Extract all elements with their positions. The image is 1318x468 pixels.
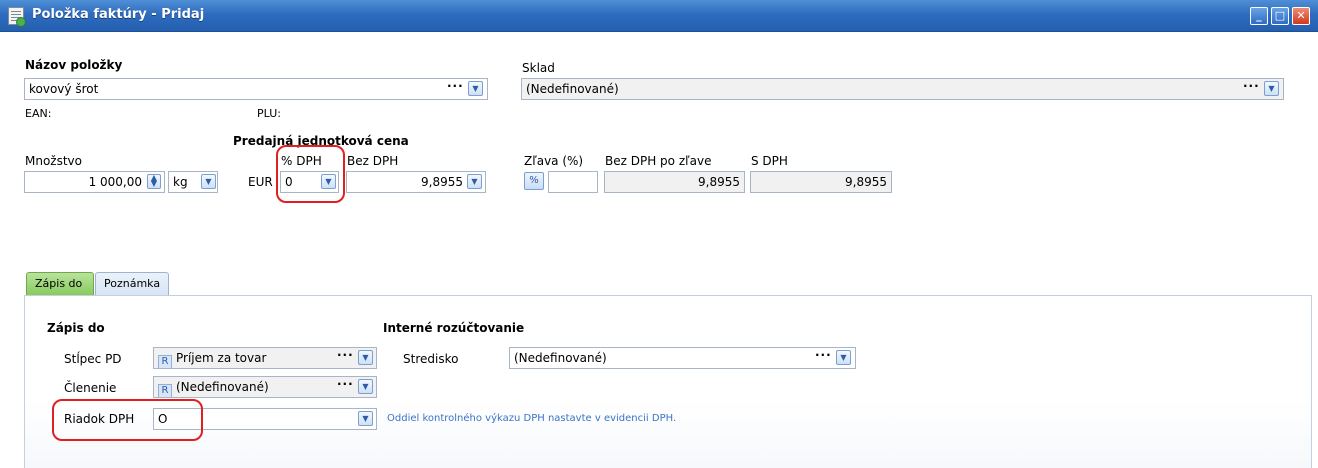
- quantity-input[interactable]: 1 000,00: [24, 171, 165, 193]
- division-value: (Nedefinované): [176, 380, 269, 394]
- warehouse-select[interactable]: (Nedefinované): [521, 78, 1284, 100]
- net-price-label: Bez DPH: [347, 154, 399, 168]
- unit-chevron-down-icon[interactable]: ▼: [201, 174, 216, 189]
- item-name-input[interactable]: kovový šrot: [24, 78, 488, 100]
- warehouse-label: Sklad: [522, 61, 555, 75]
- warehouse-chevron-down-icon[interactable]: ▼: [1264, 81, 1279, 96]
- center-value: (Nedefinované): [514, 351, 607, 365]
- internal-heading: Interné rozúčtovanie: [383, 321, 525, 335]
- division-lookup-icon[interactable]: ···: [337, 377, 354, 391]
- discount-percent-button[interactable]: %: [524, 172, 544, 190]
- warehouse-lookup-icon[interactable]: ···: [1243, 79, 1260, 93]
- entry-heading: Zápis do: [47, 321, 105, 335]
- maximize-button[interactable]: □: [1271, 7, 1289, 25]
- item-name-chevron-down-icon[interactable]: ▼: [468, 81, 483, 96]
- vat-row-highlight: [52, 399, 203, 441]
- minimize-button[interactable]: _: [1250, 7, 1268, 25]
- net-price-chevron-down-icon[interactable]: ▼: [467, 174, 482, 189]
- gross-price-label: S DPH: [751, 154, 788, 168]
- tab-poznamka-label: Poznámka: [104, 277, 161, 290]
- division-label: Členenie: [64, 381, 117, 395]
- document-icon: [8, 7, 26, 27]
- title-bar[interactable]: Položka faktúry - Pridaj _ □ ✕: [0, 0, 1318, 32]
- column-label: Stĺpec PD: [64, 352, 122, 366]
- currency-label: EUR: [248, 175, 273, 189]
- center-chevron-down-icon[interactable]: ▼: [836, 350, 851, 365]
- after-discount-value: 9,8955: [698, 175, 740, 189]
- vat-percent-highlight: [276, 145, 345, 203]
- net-price-input[interactable]: 9,8955: [346, 171, 486, 193]
- item-name-value: kovový šrot: [29, 82, 99, 96]
- center-label: Stredisko: [403, 352, 459, 366]
- tab-poznamka[interactable]: Poznámka: [95, 272, 169, 296]
- column-chevron-down-icon[interactable]: ▼: [358, 350, 373, 365]
- close-button[interactable]: ✕: [1292, 7, 1310, 25]
- invoice-item-window: Položka faktúry - Pridaj _ □ ✕ Názov pol…: [0, 0, 1318, 468]
- vat-row-hint: Oddiel kontrolného výkazu DPH nastavte v…: [387, 413, 677, 424]
- window-title: Položka faktúry - Pridaj: [32, 7, 205, 22]
- after-discount-label: Bez DPH po zľave: [605, 154, 712, 168]
- vat-row-chevron-down-icon[interactable]: ▼: [358, 411, 373, 426]
- division-tag: R: [158, 384, 172, 397]
- gross-price-field: 9,8955: [750, 171, 892, 193]
- item-name-label: Názov položky: [25, 58, 123, 72]
- column-lookup-icon[interactable]: ···: [337, 348, 354, 362]
- quantity-value: 1 000,00: [88, 175, 142, 189]
- ean-label: EAN:: [25, 107, 52, 120]
- tab-zapis-do[interactable]: Zápis do: [26, 272, 94, 296]
- column-value: Príjem za tovar: [176, 351, 267, 365]
- net-price-value: 9,8955: [421, 175, 463, 189]
- discount-label: Zľava (%): [524, 154, 584, 168]
- column-tag: R: [158, 355, 172, 368]
- plu-label: PLU:: [257, 107, 281, 120]
- discount-input[interactable]: [548, 171, 598, 193]
- center-lookup-icon[interactable]: ···: [815, 348, 832, 362]
- quantity-spinner-icon[interactable]: ▲ ▼: [147, 174, 161, 189]
- tab-zapis-do-label: Zápis do: [35, 277, 83, 290]
- item-name-lookup-icon[interactable]: ···: [447, 79, 464, 93]
- quantity-label: Množstvo: [25, 154, 82, 168]
- division-chevron-down-icon[interactable]: ▼: [358, 379, 373, 394]
- after-discount-field: 9,8955: [604, 171, 745, 193]
- warehouse-value: (Nedefinované): [526, 82, 619, 96]
- unit-value: kg: [173, 175, 188, 189]
- gross-price-value: 9,8955: [845, 175, 887, 189]
- center-select[interactable]: (Nedefinované): [509, 347, 856, 369]
